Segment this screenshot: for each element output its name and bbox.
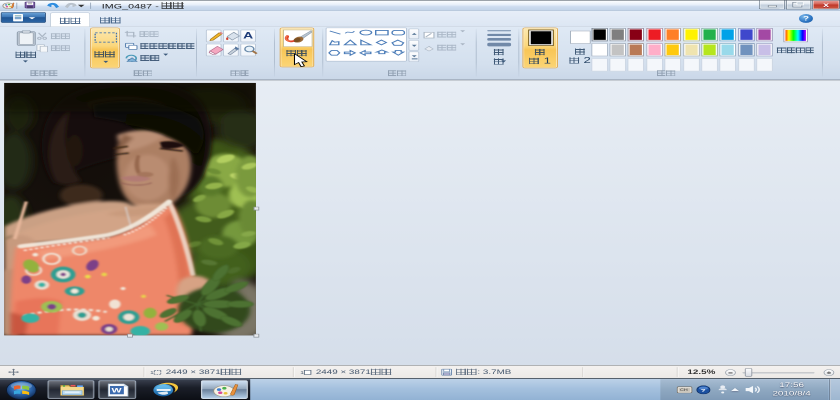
svg-text:CH: CH	[680, 388, 688, 392]
svg-text:1: 1	[300, 371, 304, 376]
svg-text:1: 1	[150, 371, 154, 376]
svg-text:?: ?	[701, 388, 706, 393]
svg-text:W: W	[112, 387, 123, 395]
